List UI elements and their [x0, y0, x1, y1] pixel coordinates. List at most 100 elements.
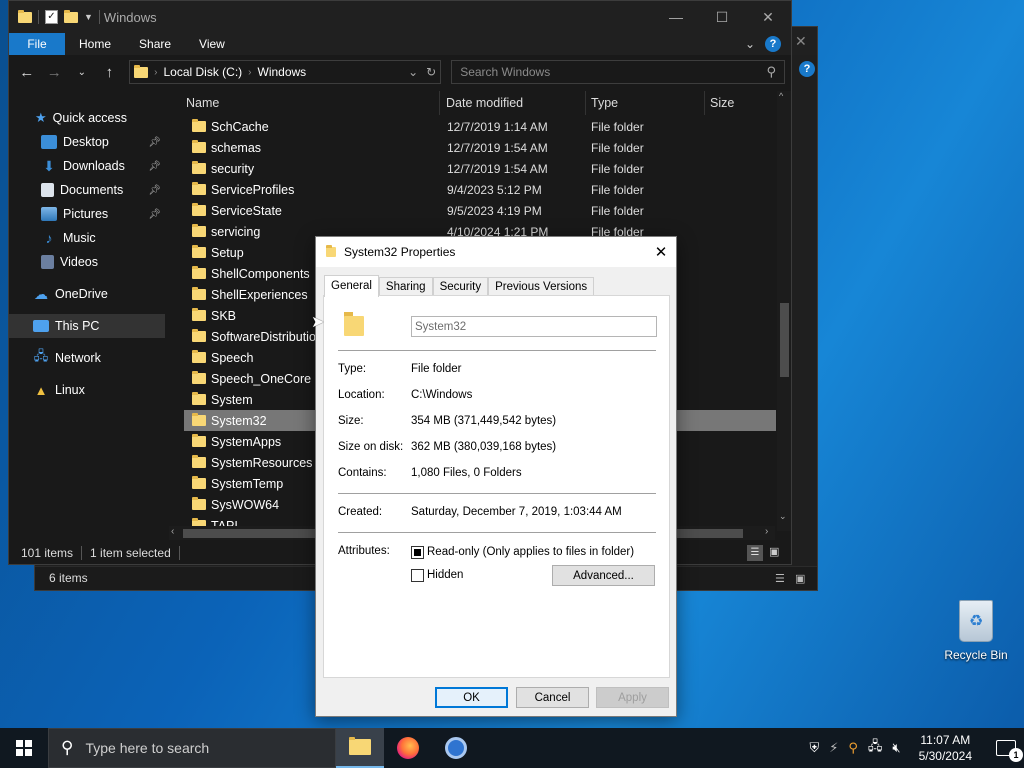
nav-this-pc[interactable]: This PC — [9, 314, 165, 338]
recycle-bin-desktop-icon[interactable]: Recycle Bin — [942, 600, 1010, 662]
table-row[interactable]: security 12/7/2019 1:54 AM File folder — [184, 158, 776, 179]
search-indexer-icon[interactable]: ⚲ — [848, 740, 858, 756]
table-row[interactable]: ServiceProfiles 9/4/2023 5:12 PM File fold… — [184, 179, 776, 200]
background-help-icon[interactable]: ? — [799, 61, 815, 77]
separator — [98, 10, 100, 24]
breadcrumb-drive[interactable]: Local Disk (C:) — [163, 65, 242, 79]
taskbar-firefox[interactable] — [384, 728, 432, 768]
advanced-button[interactable]: Advanced... — [552, 565, 655, 586]
tab-general[interactable]: General — [324, 275, 379, 297]
titlebar[interactable]: ✓ ▼ Windows — ☐ ✕ — [9, 1, 791, 33]
up-button[interactable]: ↑ — [98, 60, 122, 84]
tab-security[interactable]: Security — [432, 277, 489, 297]
table-row[interactable]: SchCache 12/7/2019 1:14 AM File folder — [184, 116, 776, 137]
breadcrumb-folder[interactable]: Windows — [258, 65, 307, 79]
breadcrumb-chevron-icon[interactable]: › — [154, 67, 157, 78]
breadcrumb-chevron-icon[interactable]: › — [248, 67, 251, 78]
start-button[interactable] — [0, 728, 48, 768]
column-header-date[interactable]: Date modified — [442, 91, 586, 115]
nav-pictures[interactable]: Pictures 📌︎ — [9, 202, 165, 226]
dialog-close-button[interactable]: ✕ — [646, 243, 676, 261]
folder-name-input[interactable] — [411, 316, 657, 337]
tab-sharing[interactable]: Sharing — [378, 277, 433, 297]
back-button[interactable]: ← — [15, 60, 39, 84]
pin-icon[interactable]: 📌︎ — [148, 161, 161, 172]
search-input[interactable] — [460, 65, 767, 79]
column-header-size[interactable]: Size — [706, 91, 776, 115]
ok-button[interactable]: OK — [435, 687, 508, 708]
dialog-titlebar[interactable]: System32 Properties ✕ — [316, 237, 676, 267]
separator — [178, 546, 180, 560]
close-button[interactable]: ✕ — [745, 1, 791, 33]
taskbar-file-explorer[interactable] — [336, 728, 384, 768]
background-close-icon[interactable]: ✕ — [795, 33, 807, 50]
network-disconnected-icon[interactable]: ⚡ — [829, 740, 838, 756]
tab-previous-versions[interactable]: Previous Versions — [488, 277, 595, 297]
pin-icon[interactable]: 📌︎ — [148, 185, 161, 196]
details-view-icon[interactable]: ☰ — [747, 545, 763, 561]
folder-icon — [192, 497, 206, 510]
details-view-icon[interactable]: ☰ — [775, 572, 785, 585]
vertical-scrollbar[interactable]: ^ ⌄ — [777, 91, 791, 531]
properties-icon[interactable]: ✓ — [45, 10, 58, 24]
tab-file[interactable]: File — [9, 33, 65, 55]
scroll-right-icon[interactable]: › — [765, 526, 768, 537]
scroll-up-icon[interactable]: ^ — [779, 91, 783, 101]
address-bar[interactable]: › Local Disk (C:) › Windows ⌄ ↻ — [129, 60, 442, 84]
security-shield-icon[interactable]: ⛨ — [809, 740, 819, 756]
network-icon[interactable]: 🖧︎ — [868, 737, 883, 759]
location-label: Location: — [338, 389, 385, 401]
volume-muted-icon[interactable]: 🔇︎ — [892, 740, 900, 756]
refresh-icon[interactable]: ↻ — [426, 65, 436, 79]
readonly-checkbox[interactable] — [411, 546, 424, 559]
pin-icon[interactable]: 📌︎ — [148, 137, 161, 148]
notification-center-icon[interactable]: 1 — [996, 740, 1023, 762]
hidden-checkbox[interactable] — [411, 569, 424, 582]
recent-locations-chevron-icon[interactable]: ⌄ — [70, 60, 94, 84]
expand-ribbon-chevron-icon[interactable]: ⌄ — [745, 37, 755, 51]
taskbar-chromium[interactable] — [432, 728, 480, 768]
apply-button[interactable]: Apply — [596, 687, 669, 708]
scroll-down-icon[interactable]: ⌄ — [779, 511, 787, 522]
clock[interactable]: 11:07 AM 5/30/2024 — [911, 732, 980, 764]
scroll-left-icon[interactable]: ‹ — [171, 526, 174, 537]
pin-icon[interactable]: 📌︎ — [148, 209, 161, 220]
sort-ascending-icon: ^ — [306, 91, 310, 95]
taskbar-search-input[interactable] — [85, 740, 267, 756]
search-icon: ⚲ — [766, 64, 776, 79]
maximize-button[interactable]: ☐ — [699, 1, 745, 33]
row-name: SystemApps — [211, 434, 282, 449]
customize-toolbar-chevron-icon[interactable]: ▼ — [84, 12, 93, 22]
column-header-type[interactable]: Type — [587, 91, 705, 115]
nav-linux[interactable]: ▲ Linux — [9, 378, 165, 402]
dialog-title: System32 Properties — [344, 245, 456, 259]
column-header-name[interactable]: Name ^ — [184, 91, 440, 115]
folder-icon — [192, 476, 206, 489]
nav-quick-access[interactable]: ★ Quick access — [9, 106, 165, 130]
properties-dialog[interactable]: System32 Properties ✕ General Sharing Se… — [315, 236, 677, 717]
table-row[interactable]: ServiceState 9/5/2023 4:19 PM File folder — [184, 200, 776, 221]
nav-downloads[interactable]: ⬇ Downloads 📌︎ — [9, 154, 165, 178]
nav-videos[interactable]: Videos — [9, 250, 165, 274]
large-icons-view-icon[interactable]: ▣ — [795, 572, 805, 585]
table-row[interactable]: schemas 12/7/2019 1:54 AM File folder — [184, 137, 776, 158]
cancel-button[interactable]: Cancel — [516, 687, 589, 708]
nav-desktop[interactable]: Desktop 📌︎ — [9, 130, 165, 154]
help-icon[interactable]: ? — [765, 36, 781, 52]
tab-share[interactable]: Share — [125, 33, 185, 55]
address-dropdown-icon[interactable]: ⌄ — [408, 65, 418, 79]
tab-view[interactable]: View — [185, 33, 239, 55]
nav-documents[interactable]: Documents 📌︎ — [9, 178, 165, 202]
large-icons-view-icon[interactable]: ▣ — [769, 545, 779, 558]
forward-button[interactable]: → — [43, 60, 67, 84]
nav-onedrive[interactable]: ☁ OneDrive — [9, 282, 165, 306]
new-folder-icon[interactable] — [64, 9, 78, 23]
taskbar-search[interactable]: ⚲ — [48, 728, 336, 768]
nav-network[interactable]: 🖧︎ Network — [9, 346, 165, 370]
tab-home[interactable]: Home — [65, 33, 125, 55]
folder-icon — [192, 182, 206, 195]
scrollbar-thumb[interactable] — [780, 303, 789, 377]
search-box[interactable]: ⚲ — [451, 60, 785, 84]
nav-music[interactable]: ♪ Music — [9, 226, 165, 250]
minimize-button[interactable]: — — [653, 1, 699, 33]
